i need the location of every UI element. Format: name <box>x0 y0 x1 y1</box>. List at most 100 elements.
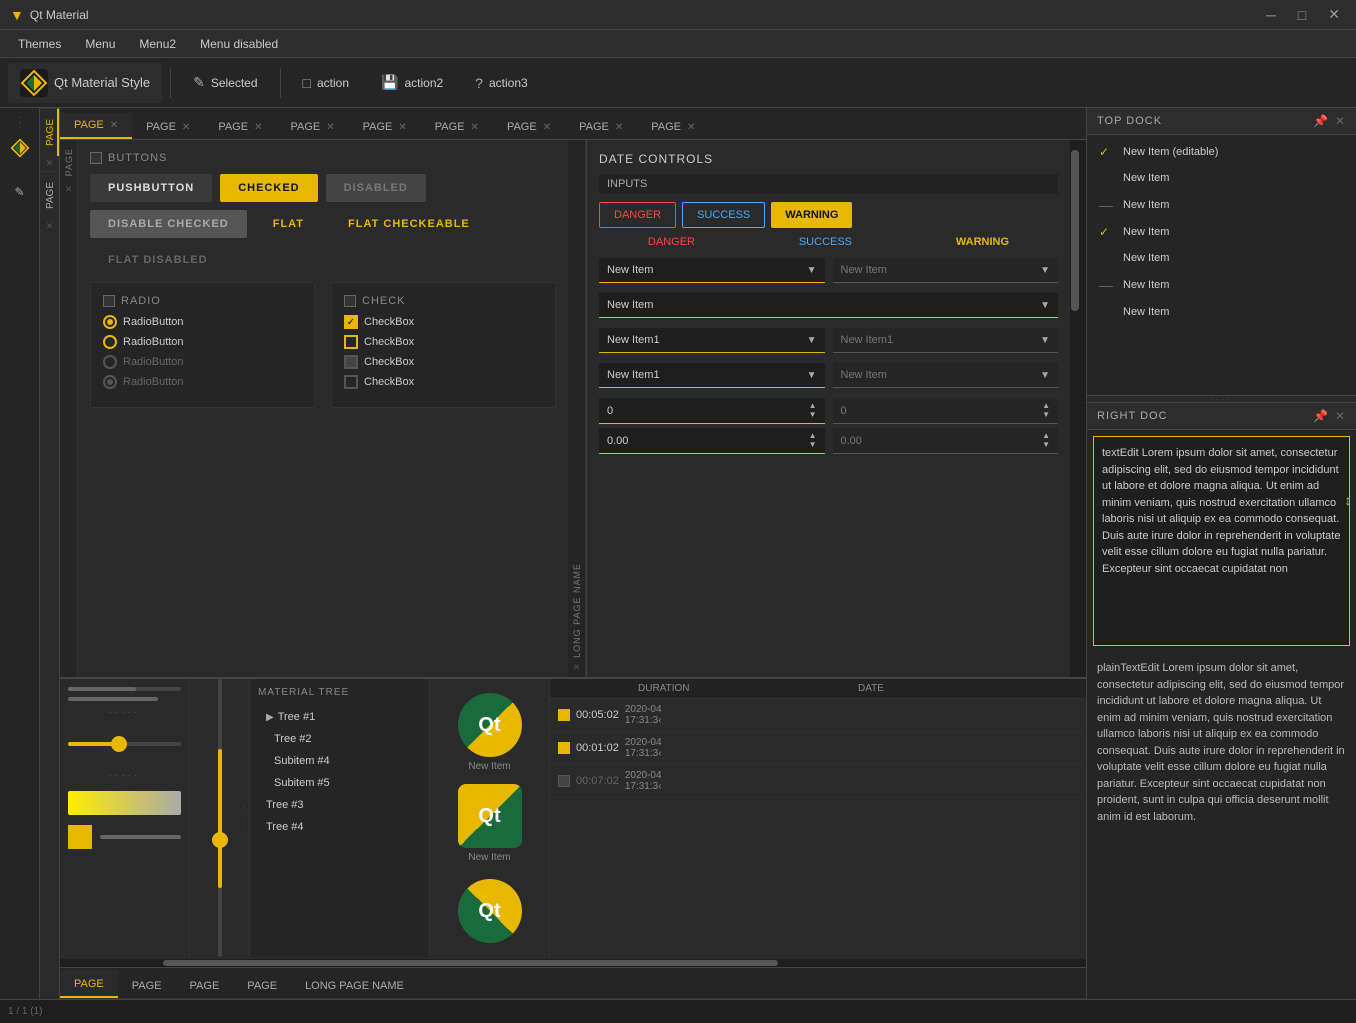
tab-page-5[interactable]: PAGE ✕ <box>349 113 421 139</box>
checked-button[interactable]: CHECKED <box>220 174 317 202</box>
top-dock-pin[interactable]: 📌 <box>1313 114 1329 128</box>
tab-close-2[interactable]: ✕ <box>182 122 190 133</box>
toolbar-action3[interactable]: ? action3 <box>461 69 542 97</box>
dock-item-7[interactable]: ✓ New Item <box>1087 299 1356 325</box>
bottom-tab-5[interactable]: LONG PAGE NAME <box>291 972 418 998</box>
duration-check-1[interactable] <box>558 709 570 721</box>
tab-close-5[interactable]: ✕ <box>398 122 406 133</box>
sidebar-logo-icon[interactable] <box>5 133 35 163</box>
tab-close-9[interactable]: ✕ <box>687 122 695 133</box>
spinbox-1-down[interactable]: ▼ <box>809 411 817 419</box>
menu-disabled[interactable]: Menu disabled <box>190 33 288 55</box>
danger-button[interactable]: DANGER <box>599 202 676 228</box>
tab-close-1[interactable]: ✕ <box>110 120 118 131</box>
spinbox-1-up[interactable]: ▲ <box>809 402 817 410</box>
tab-page-8[interactable]: PAGE ✕ <box>565 113 637 139</box>
qt-logo-bottom-3[interactable]: Qt <box>458 879 522 943</box>
toolbar-selected[interactable]: ✎ Selected <box>179 68 271 97</box>
pushbutton[interactable]: PUSHBUTTON <box>90 174 212 202</box>
menu-menu[interactable]: Menu <box>75 33 125 55</box>
flat-checkeable-button[interactable]: FLAT CHECKEABLE <box>330 210 488 238</box>
v-tab-close-1[interactable]: ✕ <box>40 156 59 171</box>
spinbox-2-up[interactable]: ▲ <box>809 432 817 440</box>
toolbar-action[interactable]: □ action <box>289 69 364 97</box>
tab-page-2[interactable]: PAGE ✕ <box>132 113 204 139</box>
tab-page-9[interactable]: PAGE ✕ <box>637 113 709 139</box>
dock-resize-handle[interactable]: ···· <box>1087 395 1356 403</box>
tab-page-4[interactable]: PAGE ✕ <box>276 113 348 139</box>
v-slider-thumb[interactable] <box>212 832 228 848</box>
plain-text-area[interactable]: plainTextEdit Lorem ipsum dolor sit amet… <box>1087 652 1356 833</box>
v-tab-close-2[interactable]: ✕ <box>40 219 59 234</box>
tab-page-7[interactable]: PAGE ✕ <box>493 113 565 139</box>
tab-page-3[interactable]: PAGE ✕ <box>204 113 276 139</box>
top-dock-close[interactable]: ✕ <box>1335 114 1346 128</box>
combo-3[interactable]: New Item1 ▼ <box>599 328 825 353</box>
tab-page-1[interactable]: PAGE ✕ <box>60 113 132 139</box>
dock-item-4[interactable]: ✓ New Item <box>1087 219 1356 245</box>
combo-4[interactable]: New Item1 ▼ <box>599 363 825 388</box>
right-text-edit[interactable]: textEdit Lorem ipsum dolor sit amet, con… <box>1093 436 1350 646</box>
tree-item-1[interactable]: ▶ Tree #1 <box>258 706 421 728</box>
check-item-1[interactable]: ✓ CheckBox <box>344 315 543 329</box>
tree-item-3[interactable]: Subitem #4 <box>258 750 421 772</box>
spinbox-1[interactable]: 0 ▲ ▼ <box>599 398 825 424</box>
tab-close-4[interactable]: ✕ <box>326 122 334 133</box>
duration-row-3[interactable]: 00:07:02 2020-04 17:31:3‹ <box>550 765 1086 798</box>
duration-row-1[interactable]: 00:05:02 2020-04 17:31:3‹ <box>550 699 1086 732</box>
tab-close-7[interactable]: ✕ <box>543 122 551 133</box>
radio-item-2[interactable]: RadioButton <box>103 335 302 349</box>
tree-item-5[interactable]: Tree #3 <box>258 794 421 816</box>
minimize-button[interactable]: ─ <box>1260 4 1282 25</box>
tree-item-2[interactable]: Tree #2 <box>258 728 421 750</box>
tab-close-3[interactable]: ✕ <box>254 122 262 133</box>
v-label-x[interactable]: ✕ <box>65 184 73 195</box>
dock-item-6[interactable]: — New Item <box>1087 271 1356 299</box>
menu-themes[interactable]: Themes <box>8 33 71 55</box>
toolbar-action2[interactable]: 💾 action2 <box>367 68 457 97</box>
spinbox-2-down[interactable]: ▼ <box>809 441 817 449</box>
close-button[interactable]: ✕ <box>1322 4 1346 25</box>
v-long-x[interactable]: ✕ <box>573 662 581 673</box>
v-tab-page-1[interactable]: PAGE <box>40 108 59 156</box>
tree-item-6[interactable]: Tree #4 <box>258 816 421 838</box>
dock-item-3[interactable]: — New Item <box>1087 191 1356 219</box>
flat-button[interactable]: FLAT <box>255 210 322 238</box>
horizontal-slider[interactable] <box>68 734 181 754</box>
toolbar-logo[interactable]: Qt Material Style <box>8 63 162 103</box>
success-button[interactable]: SUCCESS <box>682 202 765 228</box>
tree-item-4[interactable]: Subitem #5 <box>258 772 421 794</box>
bottom-tab-2[interactable]: PAGE <box>118 972 176 998</box>
bottom-tab-3[interactable]: PAGE <box>176 972 234 998</box>
bottom-tab-1[interactable]: PAGE <box>60 970 118 998</box>
tab-close-6[interactable]: ✕ <box>471 122 479 133</box>
combo-2[interactable]: New Item ▼ <box>599 293 1058 318</box>
dock-item-2[interactable]: ✓ New Item <box>1087 165 1356 191</box>
tab-close-8[interactable]: ✕ <box>615 122 623 133</box>
tab-page-6[interactable]: PAGE ✕ <box>421 113 493 139</box>
qt-logo-bottom-2[interactable]: Qt <box>458 784 522 848</box>
spinbox-2[interactable]: 0.00 ▲ ▼ <box>599 428 825 454</box>
right-dock-pin[interactable]: 📌 <box>1313 409 1329 423</box>
scrollbar-thumb[interactable] <box>1071 150 1079 311</box>
menu-menu2[interactable]: Menu2 <box>129 33 186 55</box>
bottom-tab-4[interactable]: PAGE <box>233 972 291 998</box>
spinbox-1-container: 0 ▲ ▼ <box>599 398 825 424</box>
dock-item-5[interactable]: ✓ New Item <box>1087 245 1356 271</box>
warning-button[interactable]: WARNING <box>771 202 852 228</box>
maximize-button[interactable]: □ <box>1292 4 1312 25</box>
slider-thumb[interactable] <box>111 736 127 752</box>
sidebar-pencil-icon[interactable]: ✎ <box>5 177 35 207</box>
bottom-scrollbar[interactable] <box>60 959 1086 967</box>
duration-check-2[interactable] <box>558 742 570 754</box>
right-dock-close[interactable]: ✕ <box>1335 409 1346 423</box>
radio-item-1[interactable]: RadioButton <box>103 315 302 329</box>
qt-logo-bottom-1[interactable]: Qt <box>458 693 522 757</box>
v-tab-page-2[interactable]: PAGE <box>40 171 59 219</box>
dock-item-1[interactable]: ✓ New Item (editable) <box>1087 139 1356 165</box>
check-item-2[interactable]: CheckBox <box>344 335 543 349</box>
combo-1[interactable]: New Item ▼ <box>599 258 825 283</box>
duration-row-2[interactable]: 00:01:02 2020-04 17:31:3‹ <box>550 732 1086 765</box>
tree-label-2: Tree #2 <box>274 733 312 745</box>
bottom-scroll-thumb[interactable] <box>163 960 779 966</box>
